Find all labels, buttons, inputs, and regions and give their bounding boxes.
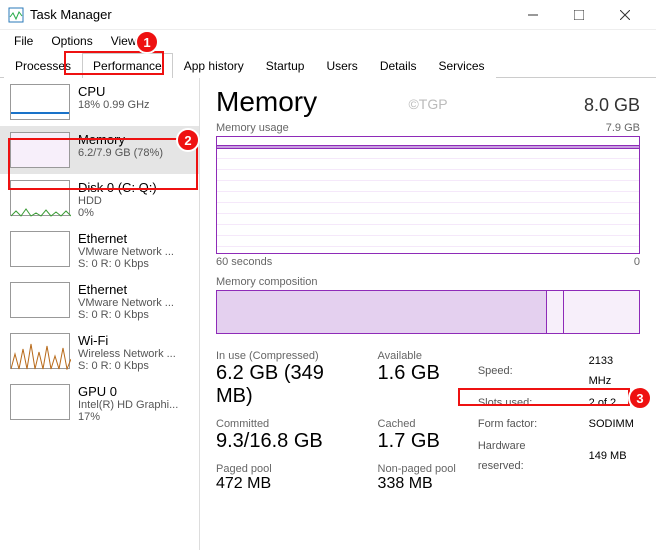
eth2-sub2: S: 0 R: 0 Kbps (78, 309, 174, 321)
eth1-sub2: S: 0 R: 0 Kbps (78, 258, 174, 270)
app-icon (8, 7, 24, 23)
wifi-sub2: S: 0 R: 0 Kbps (78, 360, 176, 372)
slots-label: Slots used: (478, 394, 587, 414)
speed-value: 2133 MHz (589, 352, 638, 392)
sidebar-item-memory[interactable]: Memory6.2/7.9 GB (78%) (0, 126, 199, 174)
nonpaged-label: Non-paged pool (378, 463, 456, 475)
memory-title: Memory (78, 132, 163, 147)
available-label: Available (378, 350, 456, 362)
memory-usage-chart (216, 136, 640, 254)
tab-processes[interactable]: Processes (4, 53, 82, 78)
sidebar-item-ethernet-1[interactable]: EthernetVMware Network ...S: 0 R: 0 Kbps (0, 225, 199, 276)
gpu-title: GPU 0 (78, 384, 178, 399)
sidebar-item-wifi[interactable]: Wi-FiWireless Network ...S: 0 R: 0 Kbps (0, 327, 199, 378)
available-value: 1.6 GB (378, 362, 456, 385)
form-value: SODIMM (589, 415, 638, 435)
sidebar-item-disk[interactable]: Disk 0 (C: Q:)HDD0% (0, 174, 199, 225)
tab-startup[interactable]: Startup (255, 53, 316, 78)
menu-options[interactable]: Options (43, 32, 100, 50)
disk-sub2: 0% (78, 207, 157, 219)
close-button[interactable] (602, 1, 648, 29)
paged-value: 472 MB (216, 475, 354, 493)
disk-title: Disk 0 (C: Q:) (78, 180, 157, 195)
watermark: ©TGP (408, 96, 447, 112)
annotation-callout-2: 2 (176, 128, 200, 152)
wifi-sub: Wireless Network ... (78, 348, 176, 360)
sidebar: CPU18% 0.99 GHz Memory6.2/7.9 GB (78%) D… (0, 78, 200, 550)
main-content: CPU18% 0.99 GHz Memory6.2/7.9 GB (78%) D… (0, 78, 656, 550)
eth1-title: Ethernet (78, 231, 174, 246)
menu-file[interactable]: File (6, 32, 41, 50)
reserved-value: 149 MB (589, 437, 638, 477)
tab-details[interactable]: Details (369, 53, 428, 78)
committed-value: 9.3/16.8 GB (216, 430, 354, 453)
menu-bar: File Options View (0, 30, 656, 52)
annotation-callout-1: 1 (135, 30, 159, 54)
committed-label: Committed (216, 418, 354, 430)
axis-right: 0 (634, 256, 640, 268)
detail-heading: Memory (216, 86, 317, 118)
in-use-value: 6.2 GB (349 MB) (216, 362, 354, 408)
memory-composition-chart (216, 290, 640, 334)
wifi-thumb (10, 333, 70, 369)
title-bar: Task Manager (0, 0, 656, 30)
eth2-title: Ethernet (78, 282, 174, 297)
eth1-thumb (10, 231, 70, 267)
cached-value: 1.7 GB (378, 430, 456, 453)
sidebar-item-ethernet-2[interactable]: EthernetVMware Network ...S: 0 R: 0 Kbps (0, 276, 199, 327)
memory-thumb (10, 132, 70, 168)
eth2-thumb (10, 282, 70, 318)
annotation-callout-3: 3 (628, 386, 652, 410)
cached-label: Cached (378, 418, 456, 430)
composition-label: Memory composition (216, 276, 317, 288)
gpu-sub2: 17% (78, 411, 178, 423)
cpu-title: CPU (78, 84, 150, 99)
speed-label: Speed: (478, 352, 587, 392)
disk-sub: HDD (78, 195, 157, 207)
detail-pane: Memory 8.0 GB ©TGP Memory usage 7.9 GB 60… (200, 78, 656, 550)
stats-area: In use (Compressed)6.2 GB (349 MB) Avail… (216, 350, 640, 493)
usage-label: Memory usage (216, 122, 289, 134)
eth2-sub: VMware Network ... (78, 297, 174, 309)
in-use-label: In use (Compressed) (216, 350, 354, 362)
usage-max: 7.9 GB (606, 122, 640, 134)
tab-app-history[interactable]: App history (173, 53, 255, 78)
window-title: Task Manager (30, 7, 510, 22)
gpu-thumb (10, 384, 70, 420)
tab-services[interactable]: Services (428, 53, 496, 78)
maximize-button[interactable] (556, 1, 602, 29)
tab-performance[interactable]: Performance (82, 53, 173, 78)
reserved-label: Hardware reserved: (478, 437, 587, 477)
cpu-sub: 18% 0.99 GHz (78, 99, 150, 111)
gpu-sub: Intel(R) HD Graphi... (78, 399, 178, 411)
wifi-title: Wi-Fi (78, 333, 176, 348)
tab-users[interactable]: Users (315, 53, 368, 78)
memory-total: 8.0 GB (584, 95, 640, 116)
sidebar-item-gpu[interactable]: GPU 0Intel(R) HD Graphi...17% (0, 378, 199, 429)
memory-sub: 6.2/7.9 GB (78%) (78, 147, 163, 159)
form-label: Form factor: (478, 415, 587, 435)
tab-strip: Processes Performance App history Startu… (0, 52, 656, 78)
minimize-button[interactable] (510, 1, 556, 29)
cpu-thumb (10, 84, 70, 120)
disk-thumb (10, 180, 70, 216)
memory-info-table: Speed:2133 MHz Slots used:2 of 2 Form fa… (476, 350, 640, 479)
sidebar-item-cpu[interactable]: CPU18% 0.99 GHz (0, 78, 199, 126)
eth1-sub: VMware Network ... (78, 246, 174, 258)
paged-label: Paged pool (216, 463, 354, 475)
nonpaged-value: 338 MB (378, 475, 456, 493)
axis-left: 60 seconds (216, 256, 272, 268)
